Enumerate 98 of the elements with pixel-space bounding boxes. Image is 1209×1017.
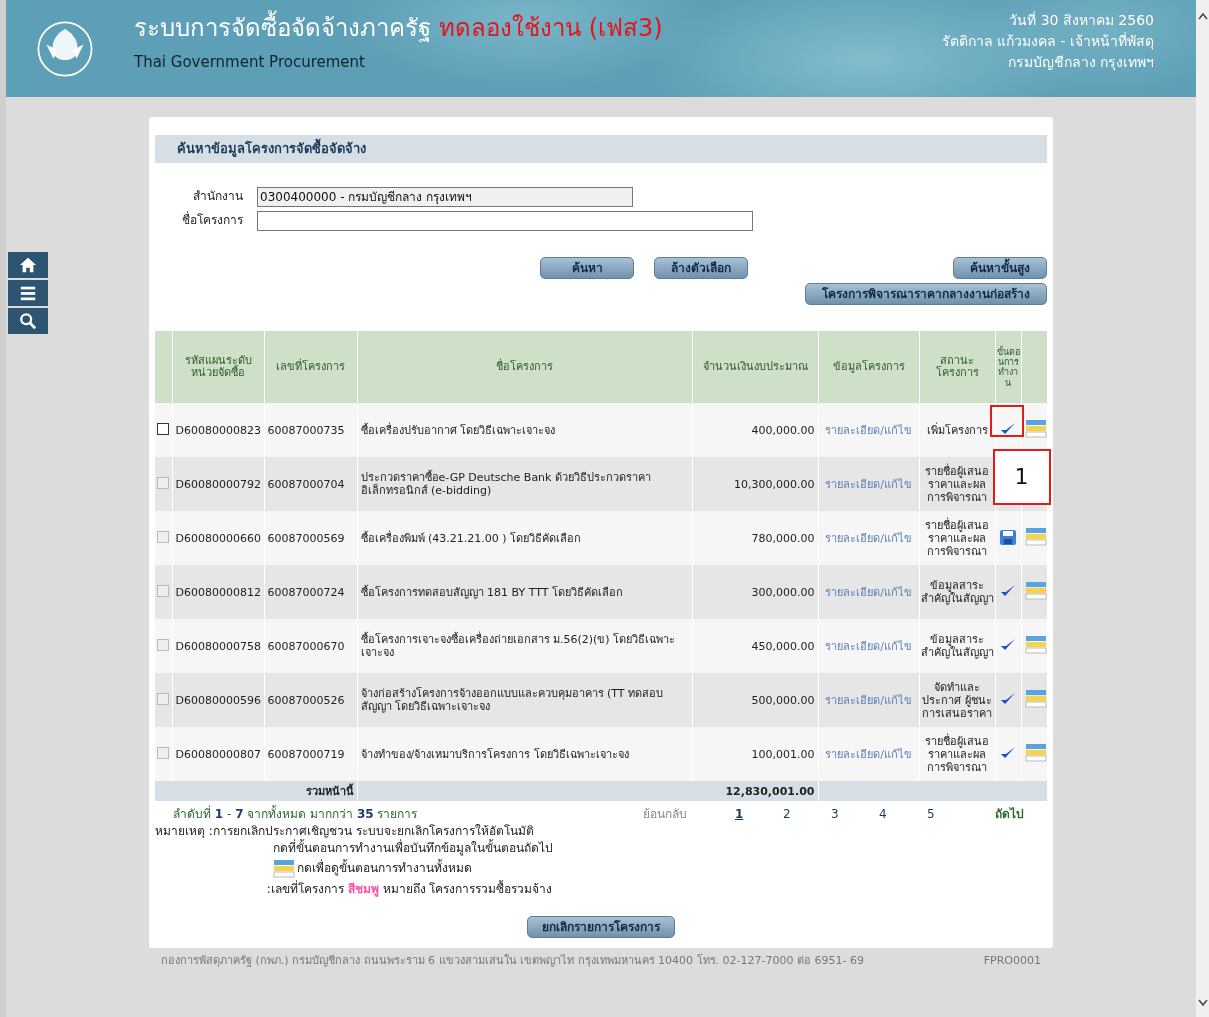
checkmark-icon[interactable] <box>1000 637 1016 652</box>
table-cell: ซื้อโครงการทดสอบสัญญา 181 BY TTT โดยวิธีคัดเลือก <box>357 565 692 620</box>
row-checkbox[interactable] <box>157 422 170 435</box>
cancel-projects-button[interactable]: ยกเลิกรายการโครงการ <box>527 915 675 939</box>
table-cell: D60080000596 <box>172 673 264 728</box>
page-link[interactable]: 3 <box>831 807 879 822</box>
table-cell: 400,000.00 <box>692 403 818 458</box>
table-cell: ประกวดราคาซื้อe-GP Deutsche Bank ด้วยวิธีประกวดราคาอิเล็กทรอนิกส์ (e-bidding) <box>357 457 692 512</box>
date-text: วันที่ 30 สิงหาคม 2560 <box>1009 12 1154 29</box>
search-icon <box>19 312 37 330</box>
table-cell: 60087000719 <box>264 727 357 782</box>
note-text: กดที่ขั้นตอนการทำงานเพื่อบันทึกข้อมูลในขั้นตอนถัดไป <box>272 841 553 856</box>
checkmark-icon[interactable] <box>1000 583 1016 598</box>
user-name: รัตติกาล แก้วมงคล - เจ้าหน้าที่พัสดุ <box>941 32 1154 50</box>
input-field[interactable] <box>257 210 753 231</box>
highlight-frame <box>989 405 1024 438</box>
table-cell: ซื้อเครื่องพิมพ์ (43.21.21.00 ) โดยวิธีคัดเลือก <box>357 511 692 566</box>
table-cell: 60087000724 <box>264 565 357 620</box>
table-cell: จ้างก่อสร้างโครงการจ้างออกแบบและควบคุมอาคาร (TT ทดสอบสัญญา โดยวิธีเฉพาะเจาะจง <box>357 673 692 728</box>
form-button[interactable]: ค้นหา <box>540 256 634 279</box>
table-cell: จัดทำและประกาศ ผู้ชนะการเสนอราคา <box>919 673 995 728</box>
table-cell: D60080000792 <box>172 457 264 512</box>
page-link[interactable]: 4 <box>879 807 927 822</box>
table-cell: D60080000807 <box>172 727 264 782</box>
scroll-down-icon[interactable] <box>1197 999 1208 1007</box>
system-subtitle: Thai Government Procurement <box>134 52 366 71</box>
footer-address: กองการพัสดุภาครัฐ (กพภ.) กรมบัญชีกลาง ถนนพระราม 6 แขวงสามเสนใน เขตพญาไท กรุงเทพมหานคร 10400 โทร. 02-127-7000 ต่อ 6951- 69 <box>161 954 864 968</box>
table-cell: ข้อมูลสาระสำคัญในสัญญา <box>919 619 995 674</box>
table-cell: D60080000812 <box>172 565 264 620</box>
scroll-up-icon[interactable] <box>1197 12 1208 20</box>
table-cell: 780,000.00 <box>692 511 818 566</box>
table-cell: 60087000735 <box>264 403 357 458</box>
table-cell: 500,000.00 <box>692 673 818 728</box>
column-header: รหัสแผนระดับหน่วยจัดซื้อ <box>172 331 264 404</box>
column-header: ข้อมูลโครงการ <box>818 331 919 404</box>
callout-label: 1 <box>992 449 1051 506</box>
org-name: กรมบัญชีกลาง กรุงเทพฯ <box>1007 53 1154 71</box>
table-cell: D60080000758 <box>172 619 264 674</box>
next-link[interactable]: ถัดไป <box>995 807 1024 822</box>
table-cell: จ้างทำของ/จ้างเหมาบริการโครงการ โดยวิธีเฉพาะเจาะจง <box>357 727 692 782</box>
steps-list-icon[interactable] <box>1024 526 1047 547</box>
table-cell: รายชื่อผู้เสนอราคาและผลการพิจารณา <box>919 727 995 782</box>
table-cell: D60080000823 <box>172 403 264 458</box>
table-cell: 60087000704 <box>264 457 357 512</box>
table-cell: 100,001.00 <box>692 727 818 782</box>
table-cell: 60087000526 <box>264 673 357 728</box>
note-text: การยกเลิกประกาศเชิญชวน ระบบจะยกเลิกโครงการให้อัตโนมัติ <box>212 823 534 839</box>
menu-button[interactable] <box>8 280 48 306</box>
column-header: จำนวนเงินงบประมาณ <box>692 331 818 404</box>
previous-link[interactable]: ย้อนกลับ <box>643 807 735 822</box>
construction-price-button[interactable]: โครงการพิจารณาราคากลางงานก่อสร้าง <box>805 283 1047 306</box>
home-button[interactable] <box>8 252 48 278</box>
trial-label: ทดลองใช้งาน (เฟส3) <box>439 14 663 43</box>
note-text: :เลขที่โครงการ สีชมพู หมายถึง โครงการรวมซื้อรวมจ้าง <box>266 881 553 896</box>
steps-list-icon[interactable] <box>1024 418 1047 439</box>
page-link[interactable]: 1 <box>735 807 783 822</box>
table-cell: ซื้อโครงการเจาะจงซื้อเครื่องถ่ายเอกสาร ม.56(2)(ข) โดยวิธีเฉพาะเจาะจง <box>357 619 692 674</box>
table-cell: รายชื่อผู้เสนอราคาและผลการพิจารณา <box>919 511 995 566</box>
steps-list-icon[interactable] <box>1024 634 1047 655</box>
save-icon[interactable] <box>999 527 1017 546</box>
panel-title: ค้นหาข้อมูลโครงการจัดซื้อจัดจ้าง <box>155 135 1047 163</box>
table-cell: 10,300,000.00 <box>692 457 818 512</box>
form-button[interactable]: ล้างตัวเลือก <box>654 256 748 279</box>
total-label: รวมหน้านี้ <box>155 781 357 802</box>
home-icon <box>19 256 37 274</box>
page-code: FPRO0001 <box>983 954 1041 968</box>
column-header: ขั้นตอนการทำงาน <box>995 331 1021 404</box>
steps-list-icon[interactable] <box>1024 742 1047 763</box>
notes-label: หมายเหตุ : <box>155 823 213 841</box>
menu-icon <box>19 284 37 302</box>
table-cell: เพิ่มโครงการ <box>919 403 995 458</box>
table-cell: ซื้อเครื่องปรับอากาศ โดยวิธีเฉพาะเจาะจง <box>357 403 692 458</box>
column-header: เลขที่โครงการ <box>264 331 357 404</box>
field-label: สำนักงาน <box>192 189 243 204</box>
table-cell: 60087000569 <box>264 511 357 566</box>
search-button[interactable] <box>8 308 48 334</box>
table-cell: 450,000.00 <box>692 619 818 674</box>
column-header: ชื่อโครงการ <box>357 331 692 404</box>
scrollbar[interactable] <box>1196 0 1209 1017</box>
table-cell: D60080000660 <box>172 511 264 566</box>
advanced-search-button[interactable]: ค้นหาขั้นสูง <box>953 256 1047 279</box>
field-label: ชื่อโครงการ <box>181 213 243 228</box>
column-header: สถานะโครงการ <box>919 331 995 404</box>
page-link[interactable]: 2 <box>783 807 831 822</box>
steps-list-icon[interactable] <box>1024 580 1047 601</box>
page-link[interactable]: 5 <box>927 807 975 822</box>
note-text: กดเพื่อดูขั้นตอนการทำงานทั้งหมด <box>296 861 472 876</box>
table-cell: รายชื่อผู้เสนอราคาและผลการพิจารณา <box>919 457 995 512</box>
table-cell: ข้อมูลสาระสำคัญในสัญญา <box>919 565 995 620</box>
steps-list-icon[interactable] <box>1024 688 1047 709</box>
checkmark-icon[interactable] <box>1000 745 1016 760</box>
checkmark-icon[interactable] <box>1000 691 1016 706</box>
record-summary: ลำดับที่ 1 - 7 จากทั้งหมด มากกว่า 35 รายการ <box>173 807 419 822</box>
checkmark-icon[interactable] <box>1000 421 1016 436</box>
table-cell: 60087000670 <box>264 619 357 674</box>
total-amount: 12,830,001.00 <box>357 781 818 802</box>
table-cell: 300,000.00 <box>692 565 818 620</box>
steps-list-icon <box>272 858 295 879</box>
